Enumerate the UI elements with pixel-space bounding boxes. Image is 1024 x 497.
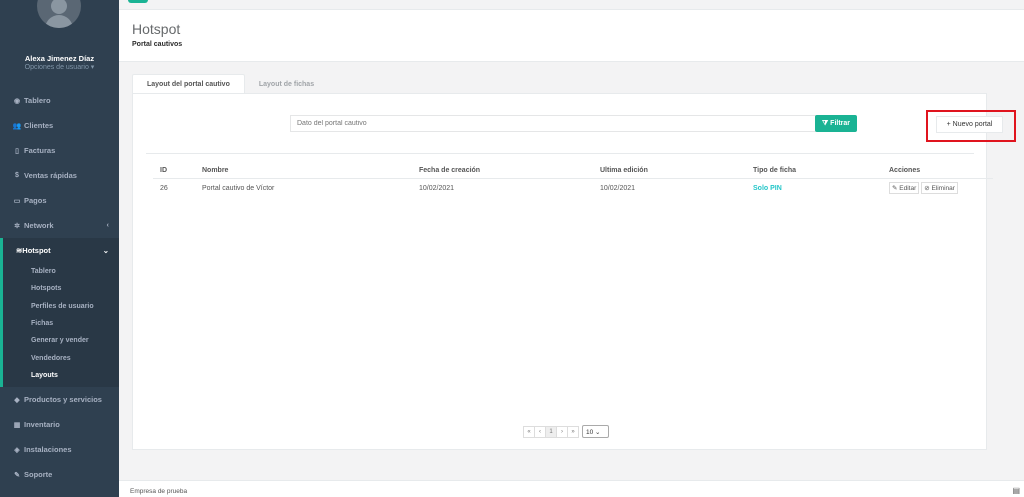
tab-layout-portal[interactable]: Layout del portal cautivo <box>132 74 245 94</box>
portals-table: ID Nombre Fecha de creación Ultima edici… <box>153 164 993 198</box>
user-options-dropdown[interactable]: Opciones de usuario ▾ <box>0 63 119 71</box>
sidebar-subitem-fichas[interactable]: Fichas <box>3 315 119 332</box>
sidebar-item-label: Productos y servicios <box>24 395 102 405</box>
profile-block: Alexa Jimenez Díaz Opciones de usuario ▾ <box>0 0 119 88</box>
tools-icon: ✎ <box>14 471 20 479</box>
table-header-row: ID Nombre Fecha de creación Ultima edici… <box>153 164 993 179</box>
column-header-acciones: Acciones <box>882 164 993 179</box>
sidebar-subitem-tablero[interactable]: Tablero <box>3 263 119 280</box>
table-row: 26 Portal cautivo de Víctor 10/02/2021 1… <box>153 178 993 198</box>
sidebar-item-label: Hotspot <box>22 246 51 255</box>
cell-creacion: 10/02/2021 <box>419 184 455 192</box>
divider <box>146 153 974 154</box>
network-icon: ✲ <box>14 222 20 230</box>
page-title: Hotspot <box>132 21 181 37</box>
sidebar-item-facturas[interactable]: ▯ Facturas <box>0 138 119 163</box>
sidebar-item-label: Tablero <box>24 96 51 105</box>
sidebar-item-label: Inventario <box>24 420 60 430</box>
footer: Empresa de prueba ▤ <box>119 480 1024 497</box>
sidebar-item-soporte[interactable]: ✎ Soporte <box>0 462 119 487</box>
column-header-edicion: Ultima edición <box>593 164 746 179</box>
sidebar-item-pagos[interactable]: ▭ Pagos <box>0 188 119 213</box>
sidebar-subitem-generar-y-vender[interactable]: Generar y vender <box>3 332 119 349</box>
per-page-select[interactable]: 10 ⌄ <box>582 425 609 438</box>
sidebar-subitem-perfiles-de-usuario[interactable]: Perfiles de usuario <box>3 298 119 315</box>
column-header-tipo: Tipo de ficha <box>746 164 882 179</box>
cell-tipo: Solo PIN <box>753 184 782 192</box>
chevron-left-icon: ‹ <box>106 222 109 229</box>
top-navbar <box>119 0 1024 10</box>
column-header-id: ID <box>153 164 195 179</box>
avatar[interactable] <box>37 0 81 28</box>
sidebar-item-label: Ventas rápidas <box>24 171 77 180</box>
footer-company: Empresa de prueba <box>130 488 188 495</box>
breadcrumb: Portal cautivos <box>132 41 183 48</box>
sidebar-subitem-hotspots[interactable]: Hotspots <box>3 280 119 297</box>
minimize-sidebar-button[interactable] <box>128 0 148 3</box>
new-portal-button[interactable]: + Nuevo portal <box>936 116 1003 133</box>
sidebar-item-ventas-r-pidas[interactable]: $ Ventas rápidas <box>0 163 119 188</box>
column-header-nombre: Nombre <box>195 164 412 179</box>
user-name: Alexa Jimenez Díaz <box>24 54 95 63</box>
sidebar-item-instalaciones[interactable]: ◈ Instalaciones <box>0 437 119 462</box>
cell-id: 26 <box>160 184 168 192</box>
sidebar-item-network[interactable]: ✲ Network ‹ <box>0 213 119 238</box>
sidebar-item-hotspot[interactable]: ≋ Hotspot ⌄ Tablero Hotspots Perfiles de usu… <box>0 238 119 388</box>
cell-acciones: ✎ Editar ⊘ Eliminar <box>882 178 993 198</box>
last-page-button[interactable]: » <box>567 425 579 438</box>
sidebar: Alexa Jimenez Díaz Opciones de usuario ▾… <box>0 0 119 497</box>
sidebar-item-productos-y-servicios[interactable]: ◆ Productos y servicios <box>0 387 119 412</box>
page-heading: Hotspot Portal cautivos <box>119 10 1024 62</box>
file-icon: ▯ <box>15 147 19 155</box>
sidebar-item-label: Network <box>24 221 54 230</box>
chat-icon[interactable]: ▤ <box>1012 486 1020 495</box>
sidebar-item-label: Instalaciones <box>24 445 72 455</box>
sidebar-item-label: Pagos <box>24 196 47 205</box>
sidebar-item-tablero[interactable]: ◉ Tablero <box>0 88 119 113</box>
wrench-icon: ◈ <box>14 446 20 454</box>
column-header-creacion: Fecha de creación <box>412 164 593 179</box>
dashboard-icon: ◉ <box>13 97 21 105</box>
edit-button[interactable]: ✎ Editar <box>889 182 920 195</box>
sidebar-subitem-layouts[interactable]: Layouts <box>3 367 119 384</box>
cell-nombre: Portal cautivo de Víctor <box>202 184 275 192</box>
boxes-icon: ▦ <box>13 421 21 429</box>
dollar-icon: $ <box>15 172 19 179</box>
tab-bar: Layout del portal cautivo Layout de fich… <box>132 74 328 94</box>
money-icon: ▭ <box>13 197 21 205</box>
cell-edicion: 10/02/2021 <box>600 184 636 192</box>
sidebar-item-label: Clientes <box>24 121 54 130</box>
pagination: « ‹ 1 › » 10 ⌄ <box>523 425 609 438</box>
sidebar-item-label: Facturas <box>24 146 56 155</box>
sidebar-item-inventario[interactable]: ▦ Inventario <box>0 412 119 437</box>
filter-button[interactable]: ⧩ Filtrar <box>815 115 857 132</box>
tab-content-panel: ⧩ Filtrar + Nuevo portal ID Nombre Fecha… <box>132 93 1016 450</box>
sidebar-subitem-vendedores[interactable]: Vendedores <box>3 349 119 366</box>
users-icon: 👥 <box>12 122 22 130</box>
delete-button[interactable]: ⊘ Eliminar <box>921 182 958 195</box>
chevron-down-icon: ⌄ <box>102 246 109 255</box>
sidebar-item-clientes[interactable]: 👥 Clientes <box>0 113 119 138</box>
tag-icon: ◆ <box>14 396 20 404</box>
search-input[interactable] <box>290 115 816 132</box>
tab-layout-fichas[interactable]: Layout de fichas <box>245 74 328 94</box>
sidebar-item-label: Soporte <box>24 470 53 480</box>
